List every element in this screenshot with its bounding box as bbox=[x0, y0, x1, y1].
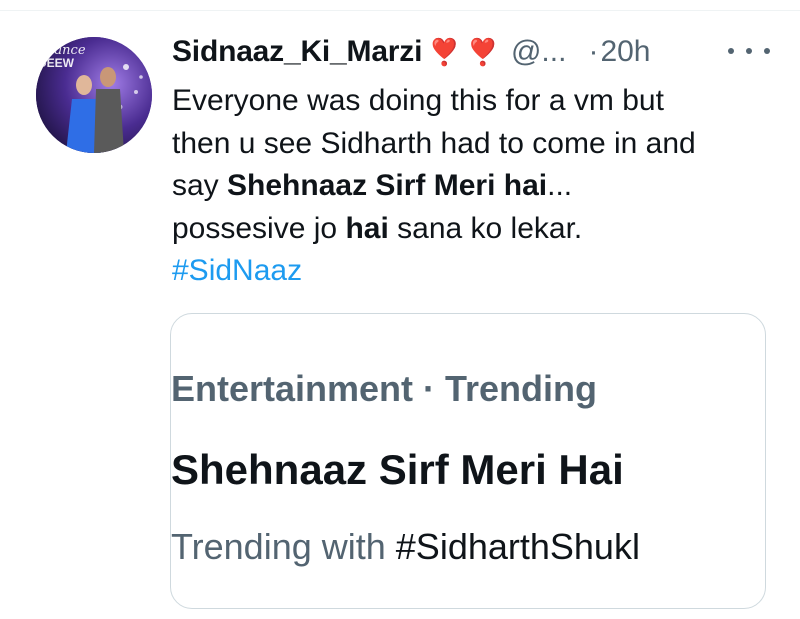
trend-title: Shehnaaz Sirf Meri Hai bbox=[171, 446, 624, 493]
trend-subtitle: Trending with #SidharthShukl bbox=[171, 526, 640, 568]
trend-subtitle-prefix: Trending with bbox=[171, 526, 396, 567]
display-name[interactable]: Sidnaaz_Ki_Marzi bbox=[172, 35, 422, 69]
tweet-line: Everyone was doing this for a vm but bbox=[172, 80, 782, 123]
avatar[interactable]: Dance DEEW bbox=[36, 37, 152, 153]
tweet-text-segment: possesive jo bbox=[172, 211, 346, 245]
more-dot bbox=[764, 48, 770, 54]
trending-card[interactable]: Entertainment · Trending Shehnaaz Sirf M… bbox=[170, 313, 766, 609]
avatar-image: Dance DEEW bbox=[36, 37, 152, 153]
separator-dot: · bbox=[588, 35, 599, 68]
svg-text:DEEW: DEEW bbox=[38, 56, 75, 70]
tweet-text-segment: Everyone was doing this for a vm but bbox=[172, 84, 664, 117]
tweet-line: say Shehnaaz Sirf Meri hai... bbox=[172, 165, 782, 208]
more-dot bbox=[728, 48, 734, 54]
top-divider bbox=[0, 10, 800, 11]
tweet-line: possesive jo hai sana ko lekar. bbox=[172, 208, 782, 251]
tweet-text-bold: Shehnaaz Sirf Meri hai bbox=[227, 169, 548, 202]
tweet-line: then u see Sidharth had to come in and bbox=[172, 123, 782, 166]
more-dot bbox=[746, 48, 752, 54]
tweet-text: Everyone was doing this for a vm but the… bbox=[172, 80, 782, 293]
more-horizontal-icon[interactable] bbox=[728, 36, 770, 66]
hashtag-link[interactable]: #SidNaaz bbox=[172, 250, 782, 293]
trend-context: Entertainment · Trending bbox=[171, 368, 598, 409]
tweet-timestamp[interactable]: 20h bbox=[600, 35, 650, 69]
tweet-text-segment: then u see Sidharth had to come in and bbox=[172, 126, 696, 160]
tweet-text-segment: say bbox=[172, 169, 228, 202]
tweet-text-segment: ... bbox=[547, 169, 573, 202]
user-handle[interactable]: @... bbox=[511, 35, 566, 69]
trend-hashtag: #SidharthShukl bbox=[395, 526, 640, 567]
tweet-header: Sidnaaz_Ki_Marzi ❣️ ❣️ @... · 20h bbox=[172, 30, 651, 74]
tweet-text-bold: hai bbox=[345, 211, 389, 245]
heart-exclamation-icon: ❣️ bbox=[466, 36, 499, 67]
heart-exclamation-icon: ❣️ bbox=[428, 36, 461, 67]
tweet-text-segment: sana ko lekar. bbox=[388, 211, 583, 245]
